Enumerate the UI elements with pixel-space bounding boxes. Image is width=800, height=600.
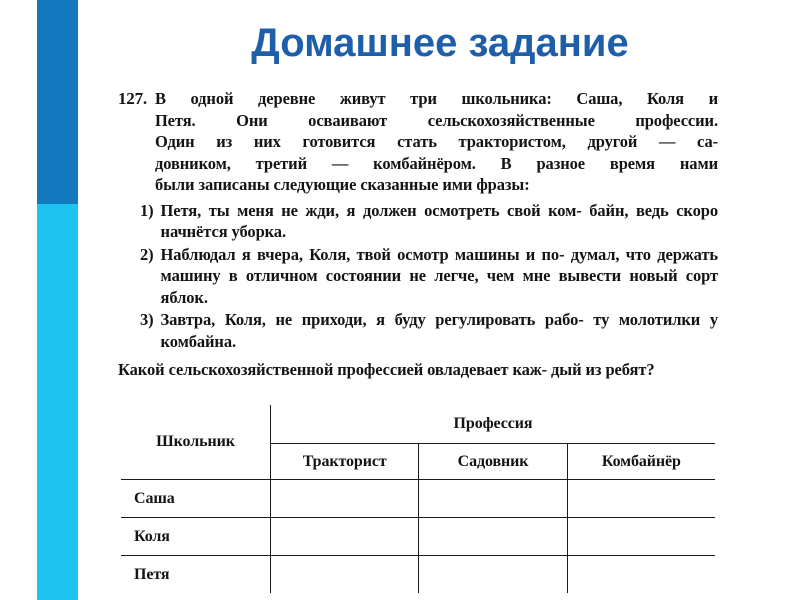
problem-lead: 127. В одной деревне живут три школьника… — [118, 88, 718, 196]
header-profession: Профессия — [270, 405, 715, 444]
row-label-petya: Петя — [121, 555, 271, 593]
statement-text: Завтра, Коля, не приходи, я буду регулир… — [160, 310, 719, 351]
cell-sasha-tractor-driver[interactable] — [269, 479, 420, 518]
problem-question: Какой сельскохозяйственной профессией ов… — [118, 360, 655, 379]
statement-marker: 1) — [140, 200, 154, 220]
problem-intro-line: Петя. Они осваивают сельскохозяйственные… — [154, 110, 718, 130]
accent-bar-top — [37, 0, 78, 204]
cell-kolya-tractor-driver[interactable] — [269, 517, 420, 556]
header-combine-operator: Комбайнёр — [566, 443, 715, 480]
table-header-row: Школьник Профессия — [121, 405, 715, 480]
row-label-kolya: Коля — [121, 517, 271, 556]
cell-kolya-combine-operator[interactable] — [566, 517, 715, 556]
statement-text: Наблюдал я вчера, Коля, твой осмотр маши… — [160, 244, 719, 307]
table-row: Коля — [121, 517, 715, 556]
cell-kolya-gardener[interactable] — [418, 517, 568, 556]
cell-sasha-combine-operator[interactable] — [566, 479, 715, 518]
statement-text: Петя, ты меня не жди, я должен осмотреть… — [160, 200, 719, 242]
problem-intro: В одной деревне живут три школьника: Саш… — [155, 88, 718, 196]
statement-marker: 3) — [140, 310, 154, 329]
answer-table-container: Школьник Профессия Тракторист Садовник К… — [120, 404, 716, 594]
problem-intro-line: В одной деревне живут три школьника: Саш… — [154, 89, 718, 108]
problem-intro-line: Один из них готовится стать трактористом… — [154, 132, 718, 151]
cell-petya-gardener[interactable] — [418, 555, 568, 593]
problem-body: 127. В одной деревне живут три школьника… — [118, 88, 718, 381]
answer-table: Школьник Профессия Тракторист Садовник К… — [120, 404, 716, 594]
page-title: Домашнее задание — [251, 21, 629, 65]
problem-intro-line: были записаны следующие сказанные ими фр… — [154, 175, 530, 194]
cell-sasha-gardener[interactable] — [418, 479, 568, 518]
cell-petya-tractor-driver[interactable] — [269, 555, 420, 593]
header-gardener: Садовник — [418, 443, 568, 480]
list-item: 1) Петя, ты меня не жди, я должен осмотр… — [140, 200, 718, 243]
problem-number: 127. — [118, 89, 147, 108]
accent-bar-bottom — [37, 204, 78, 600]
list-item: 3) Завтра, Коля, не приходи, я буду регу… — [140, 309, 718, 352]
header-tractor-driver: Тракторист — [269, 443, 420, 480]
table-row: Саша — [121, 479, 715, 518]
statement-list: 1) Петя, ты меня не жди, я должен осмотр… — [118, 200, 718, 353]
problem-intro-line: довником, третий — комбайнёром. В разное… — [154, 153, 718, 173]
list-item: 2) Наблюдал я вчера, Коля, твой осмотр м… — [140, 244, 718, 309]
statement-marker: 2) — [140, 244, 154, 264]
slide-canvas: Домашнее задание 127. В одной деревне жи… — [0, 0, 800, 600]
row-label-sasha: Саша — [121, 479, 271, 518]
cell-petya-combine-operator[interactable] — [566, 555, 715, 593]
table-row: Петя — [121, 555, 715, 593]
header-pupil: Школьник — [121, 405, 271, 480]
